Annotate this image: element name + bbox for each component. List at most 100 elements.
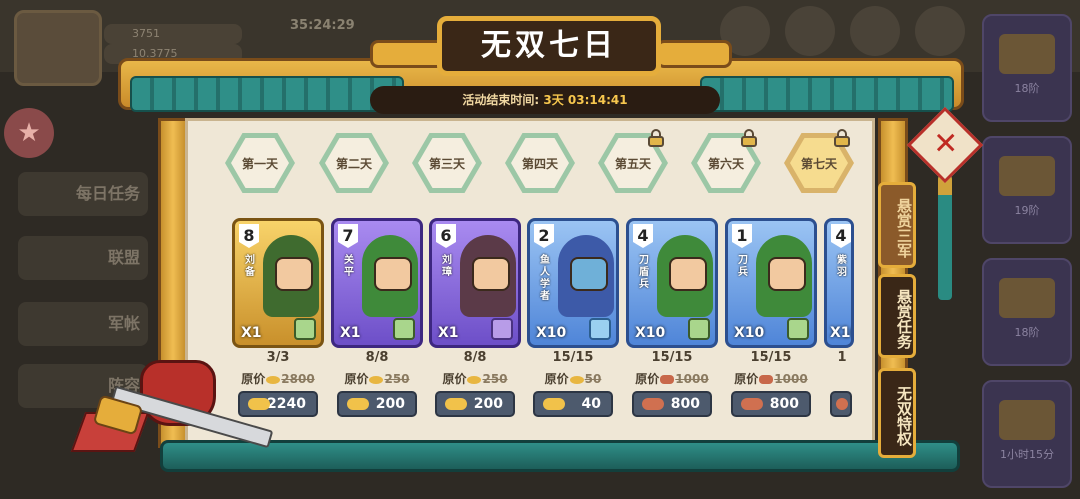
meat-icon xyxy=(660,375,675,384)
hero-name: 鱼人学者 xyxy=(540,255,550,302)
hero-level: 2 xyxy=(534,224,554,248)
tab-peerless-privilege[interactable]: 无双特权 xyxy=(878,368,916,458)
hero-face xyxy=(472,257,510,291)
hero-name: 紫羽 xyxy=(837,255,847,278)
hero-face xyxy=(669,257,707,291)
tab-label: 第六天 xyxy=(707,156,744,171)
item-quantity: X1 xyxy=(241,325,262,341)
item-card[interactable]: 6 刘璋 X1 xyxy=(429,218,521,348)
roof-tiles-left xyxy=(130,76,404,112)
buy-button[interactable]: 800 xyxy=(632,391,712,417)
chest-slot[interactable]: 19阶 xyxy=(982,136,1072,244)
tab-day-7[interactable]: 第七天 xyxy=(784,129,854,193)
hero-name: 刀兵 xyxy=(738,255,748,278)
meat-icon xyxy=(741,398,763,410)
meat-icon xyxy=(759,375,774,384)
stock-count: 3/3 xyxy=(266,350,290,365)
menu-daily-tasks[interactable]: 每日任务 xyxy=(18,172,148,216)
chest-slot[interactable]: 18阶 xyxy=(982,258,1072,366)
title-wing-right xyxy=(656,40,732,68)
original-price: 原价 1000 xyxy=(635,372,709,386)
tab-label: 第七天 xyxy=(800,156,837,171)
tab-bounty-army[interactable]: 悬赏三军 xyxy=(878,182,916,268)
hero-face xyxy=(275,257,313,291)
hero-name: 刘璋 xyxy=(442,255,452,278)
star-icon[interactable]: ★ xyxy=(4,108,54,158)
stock-count: 15/15 xyxy=(750,350,792,365)
panel-base xyxy=(160,440,960,472)
end-time-value: 3天 03:14:41 xyxy=(543,93,628,107)
close-button[interactable]: ✕ xyxy=(906,106,984,184)
background-icon[interactable] xyxy=(785,6,835,56)
roof-tiles-right xyxy=(700,76,954,112)
hero-level: 4 xyxy=(831,224,851,248)
player-avatar[interactable] xyxy=(14,10,102,86)
event-end-time: 活动结束时间: 3天 03:14:41 xyxy=(370,91,720,108)
gold-icon xyxy=(467,375,482,384)
chest-slot[interactable]: 18阶 xyxy=(982,14,1072,122)
class-badge-icon xyxy=(294,318,316,340)
original-price: 原价 2800 xyxy=(241,372,315,386)
meat-icon xyxy=(642,398,664,410)
item-card[interactable]: 2 鱼人学者 X10 xyxy=(527,218,619,348)
buy-button[interactable]: 40 xyxy=(533,391,613,417)
resource-gold: 3751 xyxy=(104,24,242,44)
item-quantity: X1 xyxy=(438,325,459,341)
end-time-label: 活动结束时间: xyxy=(462,93,540,107)
gold-icon xyxy=(266,375,281,384)
buy-button-partial[interactable] xyxy=(830,391,852,417)
tab-label: 第二天 xyxy=(335,156,372,171)
stock-count: 8/8 xyxy=(463,350,487,365)
item-card[interactable]: 4 刀盾兵 X10 xyxy=(626,218,718,348)
tab-day-3[interactable]: 第三天 xyxy=(412,133,482,193)
lock-icon xyxy=(834,129,850,147)
item-card[interactable]: 7 关平 X1 xyxy=(331,218,423,348)
buy-button[interactable]: 200 xyxy=(435,391,515,417)
hero-face xyxy=(374,257,412,291)
class-badge-icon xyxy=(393,318,415,340)
original-price: 原价 250 xyxy=(442,372,508,386)
tab-day-5[interactable]: 第五天 xyxy=(598,129,668,193)
hero-level: 6 xyxy=(436,224,456,248)
gold-icon xyxy=(569,375,584,384)
menu-camp[interactable]: 军帐 xyxy=(18,302,148,346)
item-card[interactable]: 8 刘备 X1 xyxy=(232,218,324,348)
tab-bounty-tasks[interactable]: 悬赏任务 xyxy=(878,274,916,358)
stock-count: 15/15 xyxy=(651,350,693,365)
background-icon[interactable] xyxy=(915,6,965,56)
hero-name: 刀盾兵 xyxy=(639,255,649,290)
item-quantity: X10 xyxy=(830,325,851,341)
gold-ingot-icon xyxy=(347,398,369,410)
hero-face xyxy=(768,257,806,291)
buy-button[interactable]: 2240 xyxy=(238,391,318,417)
hero-level: 8 xyxy=(239,224,259,248)
hero-face xyxy=(570,257,608,291)
gold-ingot-icon xyxy=(445,398,467,410)
hero-level: 1 xyxy=(732,224,752,248)
tab-day-4[interactable]: 第四天 xyxy=(505,133,575,193)
tab-label: 第四天 xyxy=(521,156,558,171)
tab-label: 第五天 xyxy=(614,156,651,171)
gold-ingot-icon xyxy=(248,398,270,410)
stock-count: 8/8 xyxy=(365,350,389,365)
original-price: 原价 50 xyxy=(544,372,602,386)
meat-icon xyxy=(836,398,848,410)
tab-day-1[interactable]: 第一天 xyxy=(225,133,295,193)
item-card[interactable]: 1 刀兵 X10 xyxy=(725,218,817,348)
buy-button[interactable]: 200 xyxy=(337,391,417,417)
lock-icon xyxy=(741,129,757,147)
tab-label: 第一天 xyxy=(241,156,278,171)
menu-alliance[interactable]: 联盟 xyxy=(18,236,148,280)
chest-slot[interactable]: 1小时15分 xyxy=(982,380,1072,488)
buy-button[interactable]: 800 xyxy=(731,391,811,417)
hero-name: 刘备 xyxy=(245,255,255,278)
item-card-partial[interactable]: 4 紫羽 X10 xyxy=(824,218,854,348)
tab-day-2[interactable]: 第二天 xyxy=(319,133,389,193)
item-quantity: X10 xyxy=(734,325,765,341)
background-icon[interactable] xyxy=(850,6,900,56)
title-wing-left xyxy=(370,40,446,68)
tab-day-6[interactable]: 第六天 xyxy=(691,129,761,193)
lock-icon xyxy=(648,129,664,147)
event-title: 无双七日 xyxy=(481,28,617,63)
original-price: 原价 1000 xyxy=(734,372,808,386)
